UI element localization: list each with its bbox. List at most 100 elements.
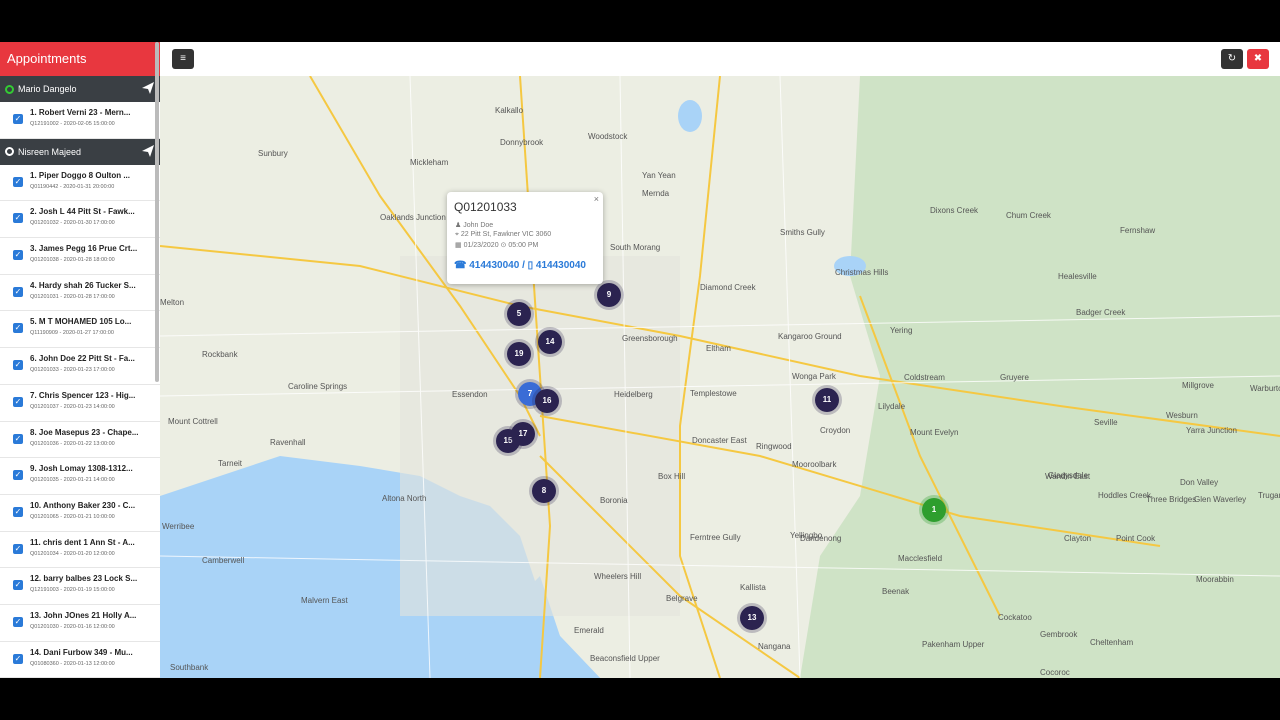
popup-address-text: 22 Pitt St, Fawkner VIC 3060 [460, 231, 552, 238]
map-place-label: Boronia [600, 496, 628, 505]
menu-icon: ≡ [180, 53, 186, 64]
sidebar-scrollbar[interactable] [155, 42, 159, 382]
map-place-label: Oaklands Junction [380, 213, 446, 222]
checkbox[interactable]: ✓ [13, 250, 23, 261]
checkbox[interactable]: ✓ [13, 114, 23, 124]
appointment-title: 1. Robert Verni 23 - Mern... [30, 108, 131, 117]
popup-customer: ♟ John Doe [455, 221, 493, 229]
status-dot-icon [5, 147, 14, 157]
checkbox[interactable]: ✓ [13, 323, 23, 334]
group-header-mario[interactable]: Mario Dangelo [0, 76, 160, 102]
map-place-label: South Morang [610, 243, 661, 252]
checkbox[interactable]: ✓ [13, 580, 23, 591]
appointment-meta: Q01190442 - 2020-01-31 20:00:00 [30, 183, 115, 190]
map-canvas [160, 76, 1280, 678]
appointment-meta: Q11190909 - 2020-01-27 17:00:00 [30, 330, 114, 337]
map-place-label: Beaconsfield Upper [590, 654, 660, 663]
appointment-title: 14. Dani Furbow 349 - Mu... [30, 647, 133, 657]
map-cluster-marker[interactable]: 14 [538, 330, 562, 354]
checkbox[interactable]: ✓ [13, 543, 23, 554]
calendar-icon: ▦ [455, 242, 464, 249]
map-place-label: Mount Evelyn [910, 428, 959, 437]
map-place-label: Camberwell [202, 556, 245, 565]
map-place-label: Rockbank [202, 350, 238, 359]
appointment-item[interactable]: ✓ 6. John Doe 22 Pitt St - Fa... Q01201033… [0, 348, 160, 385]
map-place-label: Lilydale [878, 402, 906, 411]
appointment-item[interactable]: ✓ 10. Anthony Baker 230 - C... Q01201065 -… [0, 495, 160, 532]
map-cluster-marker[interactable]: 11 [815, 388, 839, 412]
map-place-label: Cocoroc [1040, 668, 1070, 677]
appointment-item[interactable]: ✓ 13. John JOnes 21 Holly A... Q01201030 -… [0, 605, 160, 642]
appointment-item[interactable]: ✓ 5. M T MOHAMED 105 Lo... Q11190909 - 202… [0, 311, 160, 349]
map-place-label: Kalkallo [495, 106, 524, 115]
map-cluster-marker[interactable]: 13 [740, 606, 764, 630]
map-place-label: Mount Cottrell [168, 417, 218, 426]
map-place-label: Heidelberg [614, 390, 653, 399]
appointment-item[interactable]: ✓ 4. Hardy shah 26 Tucker S... Q01201031 -… [0, 275, 160, 312]
map-place-label: Hoddles Creek [1098, 491, 1151, 500]
appointment-title: 9. Josh Lomay 1308-1312... [30, 464, 133, 474]
appointment-item[interactable]: ✓ 14. Dani Furbow 349 - Mu... Q01080360 - … [0, 642, 160, 678]
map-place-label: Doncaster East [692, 436, 747, 445]
paper-plane-icon[interactable] [142, 144, 154, 157]
checkbox[interactable]: ✓ [13, 176, 23, 187]
map-cluster-marker[interactable]: 17 [511, 422, 535, 446]
appointment-title: 10. Anthony Baker 230 - C... [30, 500, 136, 510]
map-place-label: Moorabbin [1196, 575, 1234, 584]
appointment-item[interactable]: ✓ 1. Piper Doggo 8 Oulton ... Q01190442 - … [0, 165, 160, 202]
appointment-item[interactable]: ✓ 8. Joe Masepus 23 - Chape... Q01201036 -… [0, 422, 160, 459]
map-place-label: Mooroolbark [792, 460, 837, 469]
map-place-label: Melton [160, 298, 185, 307]
group-header-nisreen[interactable]: Nisreen Majeed [0, 138, 160, 165]
checkbox[interactable]: ✓ [13, 653, 23, 664]
popup-close-icon[interactable]: × [594, 194, 599, 204]
appointment-item[interactable]: ✓ 3. James Pegg 16 Prue Crt... Q01201038 -… [0, 238, 160, 275]
map-cluster-marker[interactable]: 9 [597, 283, 621, 307]
map-view[interactable]: Sunbury Kalkallo Donnybrook Woodstock Mickle… [160, 76, 1280, 678]
map-place-label: Tarneit [218, 459, 243, 468]
checkbox[interactable]: ✓ [13, 433, 23, 444]
checkbox[interactable]: ✓ [13, 506, 23, 517]
checkbox[interactable]: ✓ [13, 286, 23, 297]
checkbox[interactable]: ✓ [13, 616, 23, 627]
appointment-item[interactable]: ✓ 11. chris dent 1 Ann St - A... Q01201034… [0, 532, 160, 569]
map-cluster-marker[interactable]: 16 [535, 389, 559, 413]
map-place-label: Cockatoo [998, 613, 1032, 622]
checkbox[interactable]: ✓ [13, 396, 23, 407]
map-place-label: Southbank [170, 663, 209, 672]
map-place-label: Clayton [1064, 534, 1092, 543]
map-place-label: Christmas Hills [835, 268, 889, 277]
map-place-label: Greensborough [622, 334, 678, 343]
checkbox[interactable]: ✓ [13, 213, 23, 224]
appointment-meta: Q01201038 - 2020-01-28 18:00:00 [30, 257, 115, 264]
map-place-label: Pakenham Upper [922, 640, 985, 649]
appointment-title: 12. barry balbes 23 Lock S... [30, 574, 138, 584]
map-place-label: Caroline Springs [288, 382, 348, 391]
group-name: Nisreen Majeed [18, 146, 82, 157]
checkbox[interactable]: ✓ [13, 360, 23, 371]
map-place-label: Mickleham [410, 158, 449, 167]
close-button[interactable]: ✖ [1247, 49, 1269, 69]
popup-datetime: ▦ 01/23/2020 ⊙ 05:00 PM [455, 241, 538, 249]
appointment-item[interactable]: ✓ 2. Josh L 44 Pitt St - Fawk... Q01201032… [0, 201, 160, 239]
appointment-item[interactable]: ✓ 9. Josh Lomay 1308-1312... Q01201035 - 2… [0, 458, 160, 495]
menu-button[interactable]: ≡ [172, 49, 194, 69]
paper-plane-icon[interactable] [142, 82, 154, 94]
refresh-button[interactable]: ↻ [1221, 49, 1243, 69]
map-cluster-marker[interactable]: 19 [507, 342, 531, 366]
appointment-item[interactable]: ✓ 1. Robert Verni 23 - Mern... Q12191002 -… [0, 102, 160, 139]
appointment-title: 5. M T MOHAMED 105 Lo... [30, 317, 132, 327]
toolbar: ≡ ↻ ✖ [160, 42, 1280, 77]
popup-phones[interactable]: ☎ 414430040 / ▯ 414430040 [454, 260, 586, 271]
map-cluster-marker[interactable]: 5 [507, 302, 531, 326]
map-place-label: Woodstock [588, 132, 628, 141]
map-cluster-marker[interactable]: 1 [922, 498, 946, 522]
appointment-meta: Q01080360 - 2020-01-13 12:00:00 [30, 660, 115, 667]
map-place-label: Ferntree Gully [690, 533, 741, 542]
checkbox[interactable]: ✓ [13, 470, 23, 481]
map-cluster-marker[interactable]: 8 [532, 479, 556, 503]
appointment-meta: Q01201031 - 2020-01-28 17:00:00 [30, 293, 115, 300]
appointment-item[interactable]: ✓ 12. barry balbes 23 Lock S... Q12191003 … [0, 568, 160, 605]
map-place-label: Diamond Creek [700, 283, 756, 292]
appointment-item[interactable]: ✓ 7. Chris Spencer 123 - Hig... Q01201037 … [0, 385, 160, 422]
